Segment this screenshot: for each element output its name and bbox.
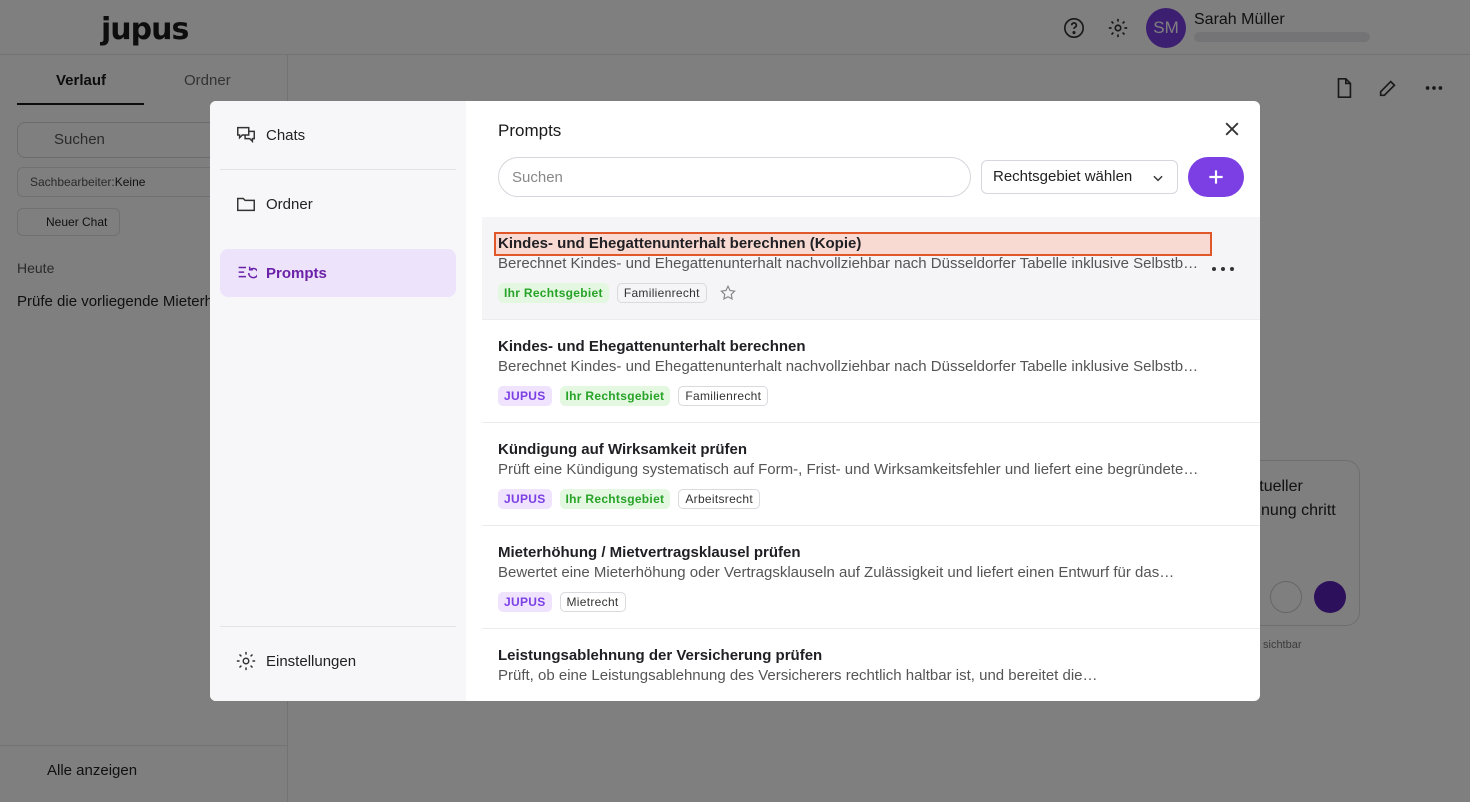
prompt-row[interactable]: Kindes- und Ehegattenunterhalt berechnen… — [482, 217, 1260, 320]
chevron-down-icon — [1153, 175, 1163, 182]
prompt-title: Kündigung auf Wirksamkeit prüfen — [498, 441, 748, 458]
topic-tag: Familienrecht — [678, 386, 769, 406]
chat-bubbles-icon — [237, 126, 255, 144]
nav-chats[interactable]: Chats — [220, 111, 456, 159]
topic-tag: Arbeitsrecht — [678, 489, 760, 509]
nav-prompts-label: Prompts — [266, 264, 327, 282]
nav-folders[interactable]: Ordner — [220, 180, 456, 228]
area-tag: Ihr Rechtsgebiet — [559, 489, 671, 509]
close-icon[interactable] — [1222, 119, 1242, 139]
prompt-title: Mieterhöhung / Mietvertragsklausel prüfe… — [498, 544, 801, 561]
nav-settings-label: Einstellungen — [266, 652, 357, 670]
prompt-title: Kindes- und Ehegattenunterhalt berechnen… — [494, 232, 1212, 256]
folder-icon — [237, 197, 255, 212]
modal-title: Prompts — [498, 121, 562, 140]
prompts-modal: Chats Ordner Prompts Einstellungen Promp… — [210, 101, 1260, 701]
nav-prompts[interactable]: Prompts — [220, 249, 456, 297]
prompt-row[interactable]: Kündigung auf Wirksamkeit prüfen Prüft e… — [482, 423, 1260, 526]
topic-tag: Mietrecht — [559, 592, 626, 612]
modal-nav: Chats Ordner Prompts Einstellungen — [210, 101, 466, 701]
gear-icon — [236, 651, 256, 671]
jupus-tag: JUPUS — [498, 386, 552, 406]
area-tag: Ihr Rechtsgebiet — [559, 386, 671, 406]
topic-tag: Familienrecht — [616, 283, 707, 303]
jupus-tag: JUPUS — [498, 592, 552, 612]
prompt-description: Berechnet Kindes- und Ehegattenunterhalt… — [498, 358, 1204, 375]
divider — [220, 169, 456, 170]
prompt-tags: Ihr Rechtsgebiet Familienrecht — [498, 283, 1260, 303]
nav-folders-label: Ordner — [266, 195, 313, 213]
prompt-tags: JUPUS Ihr Rechtsgebiet Arbeitsrecht — [498, 489, 1260, 509]
prompt-description: Prüft, ob eine Leistungsablehnung des Ve… — [498, 667, 1098, 684]
jupus-tag: JUPUS — [498, 489, 552, 509]
prompt-list-icon — [238, 266, 257, 279]
add-prompt-button[interactable] — [1188, 157, 1244, 197]
prompt-row[interactable]: Leistungsablehnung der Versicherung prüf… — [482, 629, 1260, 701]
legal-area-select[interactable]: Rechtsgebiet wählen — [981, 160, 1178, 194]
star-icon[interactable] — [719, 284, 737, 302]
prompt-search-input[interactable] — [498, 157, 971, 197]
more-icon[interactable] — [1208, 259, 1238, 279]
nav-chats-label: Chats — [266, 126, 306, 144]
prompt-row[interactable]: Mieterhöhung / Mietvertragsklausel prüfe… — [482, 526, 1260, 629]
divider — [220, 626, 456, 627]
prompt-description: Berechnet Kindes- und Ehegattenunterhalt… — [498, 255, 1204, 272]
legal-area-select-label: Rechtsgebiet wählen — [993, 168, 1133, 185]
prompt-title: Leistungsablehnung der Versicherung prüf… — [498, 647, 823, 664]
prompt-row[interactable]: Kindes- und Ehegattenunterhalt berechnen… — [482, 320, 1260, 423]
nav-settings[interactable]: Einstellungen — [220, 637, 456, 685]
prompt-description: Prüft eine Kündigung systematisch auf Fo… — [498, 461, 1199, 478]
prompt-description: Bewertet eine Mieterhöhung oder Vertrags… — [498, 564, 1175, 581]
prompts-panel: Prompts Rechtsgebiet wählen Kindes- und … — [466, 101, 1260, 701]
plus-icon — [1209, 170, 1223, 184]
prompt-tags: JUPUS Mietrecht — [498, 592, 1260, 612]
prompt-list: Kindes- und Ehegattenunterhalt berechnen… — [482, 217, 1260, 701]
prompt-title: Kindes- und Ehegattenunterhalt berechnen — [498, 338, 806, 355]
prompt-tags: JUPUS Ihr Rechtsgebiet Familienrecht — [498, 386, 1260, 406]
area-tag: Ihr Rechtsgebiet — [498, 283, 609, 303]
